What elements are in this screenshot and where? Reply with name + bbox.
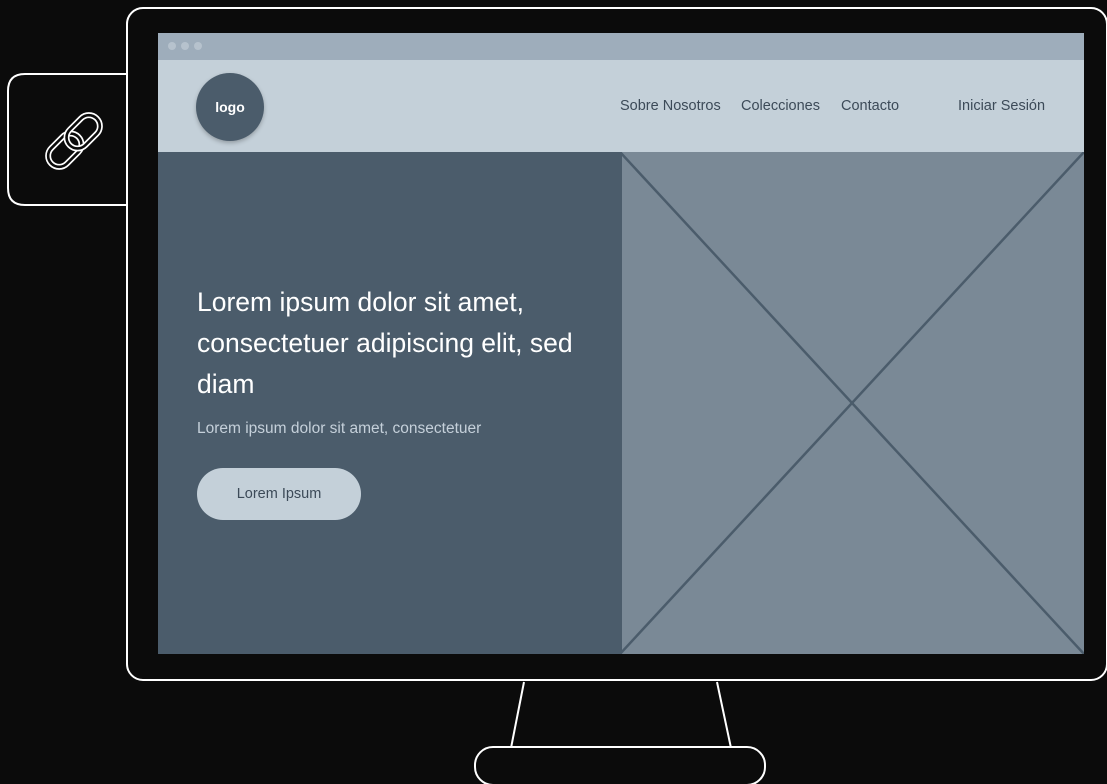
login-link[interactable]: Iniciar Sesión [958,98,1045,114]
nav-link-contacto[interactable]: Contacto [841,98,899,114]
stand-neck-left [510,681,525,749]
window-dot-minimize[interactable] [181,42,189,50]
nav-link-colecciones[interactable]: Colecciones [741,98,820,114]
link-icon[interactable] [36,103,112,179]
window-dot-maximize[interactable] [194,42,202,50]
hero-text-panel: Lorem ipsum dolor sit amet, consectetuer… [158,152,620,654]
stand-base [474,746,766,784]
hero-subtitle: Lorem ipsum dolor sit amet, consectetuer [197,420,482,437]
window-dot-close[interactable] [168,42,176,50]
image-placeholder-icon [620,152,1084,654]
stand-neck-right [716,681,732,749]
image-placeholder [620,152,1084,654]
hero-title: Lorem ipsum dolor sit amet, consectetuer… [197,287,573,399]
browser-screen: logo Sobre Nosotros Colecciones Contacto… [158,33,1084,654]
site-logo[interactable]: logo [196,73,264,141]
browser-titlebar [158,33,1084,60]
site-navbar: logo Sobre Nosotros Colecciones Contacto… [158,60,1084,152]
hero-cta-button[interactable]: Lorem Ipsum [197,468,361,520]
nav-link-sobre-nosotros[interactable]: Sobre Nosotros [620,98,721,114]
